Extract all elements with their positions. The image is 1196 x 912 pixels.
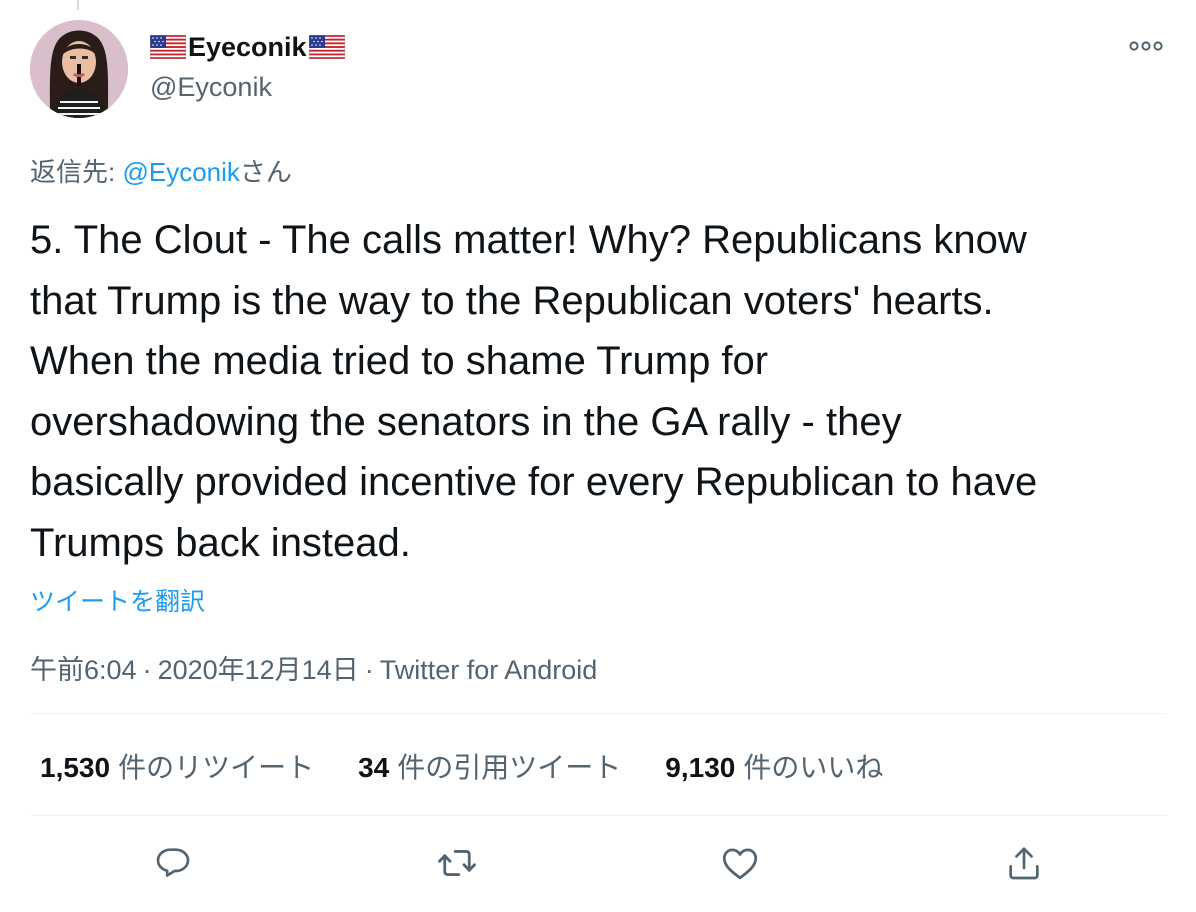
display-name[interactable]: Eyeconik: [149, 30, 345, 64]
meta-separator: ·: [142, 655, 152, 685]
likes-count: 9,130: [665, 752, 736, 783]
tweet-source[interactable]: Twitter for Android: [380, 655, 598, 685]
translate-tweet-link[interactable]: ツイートを翻訳: [30, 582, 205, 618]
tweet-text: 5. The Clout - The calls matter! Why? Re…: [30, 210, 1170, 573]
tweet-text-line: Trumps back instead.: [30, 520, 411, 565]
divider: [30, 713, 1166, 714]
divider: [30, 815, 1166, 816]
more-dots-icon[interactable]: [1128, 34, 1164, 58]
share-button[interactable]: [1002, 843, 1046, 887]
meta-separator: ·: [364, 655, 374, 685]
quotes-label: 件の引用ツイート: [397, 752, 622, 783]
tweet-text-line: overshadowing the senators in the GA ral…: [30, 399, 902, 444]
like-button[interactable]: [718, 843, 762, 887]
likes-stat[interactable]: 9,130 件のいいね: [665, 746, 883, 786]
retweet-button[interactable]: [435, 843, 479, 887]
retweet-icon: [436, 842, 478, 889]
tweet-time[interactable]: 午前6:04: [30, 655, 137, 685]
thread-line: [77, 0, 79, 10]
display-name-text: Eyeconik: [188, 31, 307, 62]
stats-bar: 1,530 件のリツイート 34 件の引用ツイート 9,130 件のいいね: [40, 746, 883, 786]
tweet-text-line: 5. The Clout - The calls matter! Why? Re…: [30, 218, 1027, 262]
quotes-count: 34: [358, 752, 390, 783]
us-flag-icon: [308, 34, 345, 60]
author-handle[interactable]: @Eyconik: [150, 72, 272, 103]
tweet-text-line: When the media tried to shame Trump for: [30, 339, 769, 383]
avatar-image: [30, 20, 128, 118]
reply-to-mention[interactable]: @Eyconik: [122, 157, 239, 187]
avatar[interactable]: [30, 20, 128, 118]
tweet-meta: 午前6:04 · 2020年12月14日 · Twitter for Android: [30, 648, 597, 687]
share-icon: [1004, 843, 1044, 888]
heart-icon: [719, 842, 761, 889]
retweets-label: 件のリツイート: [118, 752, 315, 783]
reply-to-suffix: さん: [239, 157, 292, 187]
us-flag-icon: [149, 34, 187, 60]
reply-to-line: 返信先: @Eyconikさん: [30, 152, 292, 189]
reply-icon: [153, 843, 193, 888]
retweets-count: 1,530: [40, 752, 111, 783]
reply-button[interactable]: [151, 843, 195, 887]
tweet-date[interactable]: 2020年12月14日: [158, 655, 359, 685]
tweet-text-line: that Trump is the way to the Republican …: [30, 278, 994, 323]
likes-label: 件のいいね: [743, 752, 884, 783]
reply-to-prefix: 返信先:: [30, 157, 123, 187]
retweets-stat[interactable]: 1,530 件のリツイート: [40, 746, 314, 786]
tweet-text-line: basically provided incentive for every R…: [30, 460, 1038, 504]
quotes-stat[interactable]: 34 件の引用ツイート: [358, 746, 621, 786]
